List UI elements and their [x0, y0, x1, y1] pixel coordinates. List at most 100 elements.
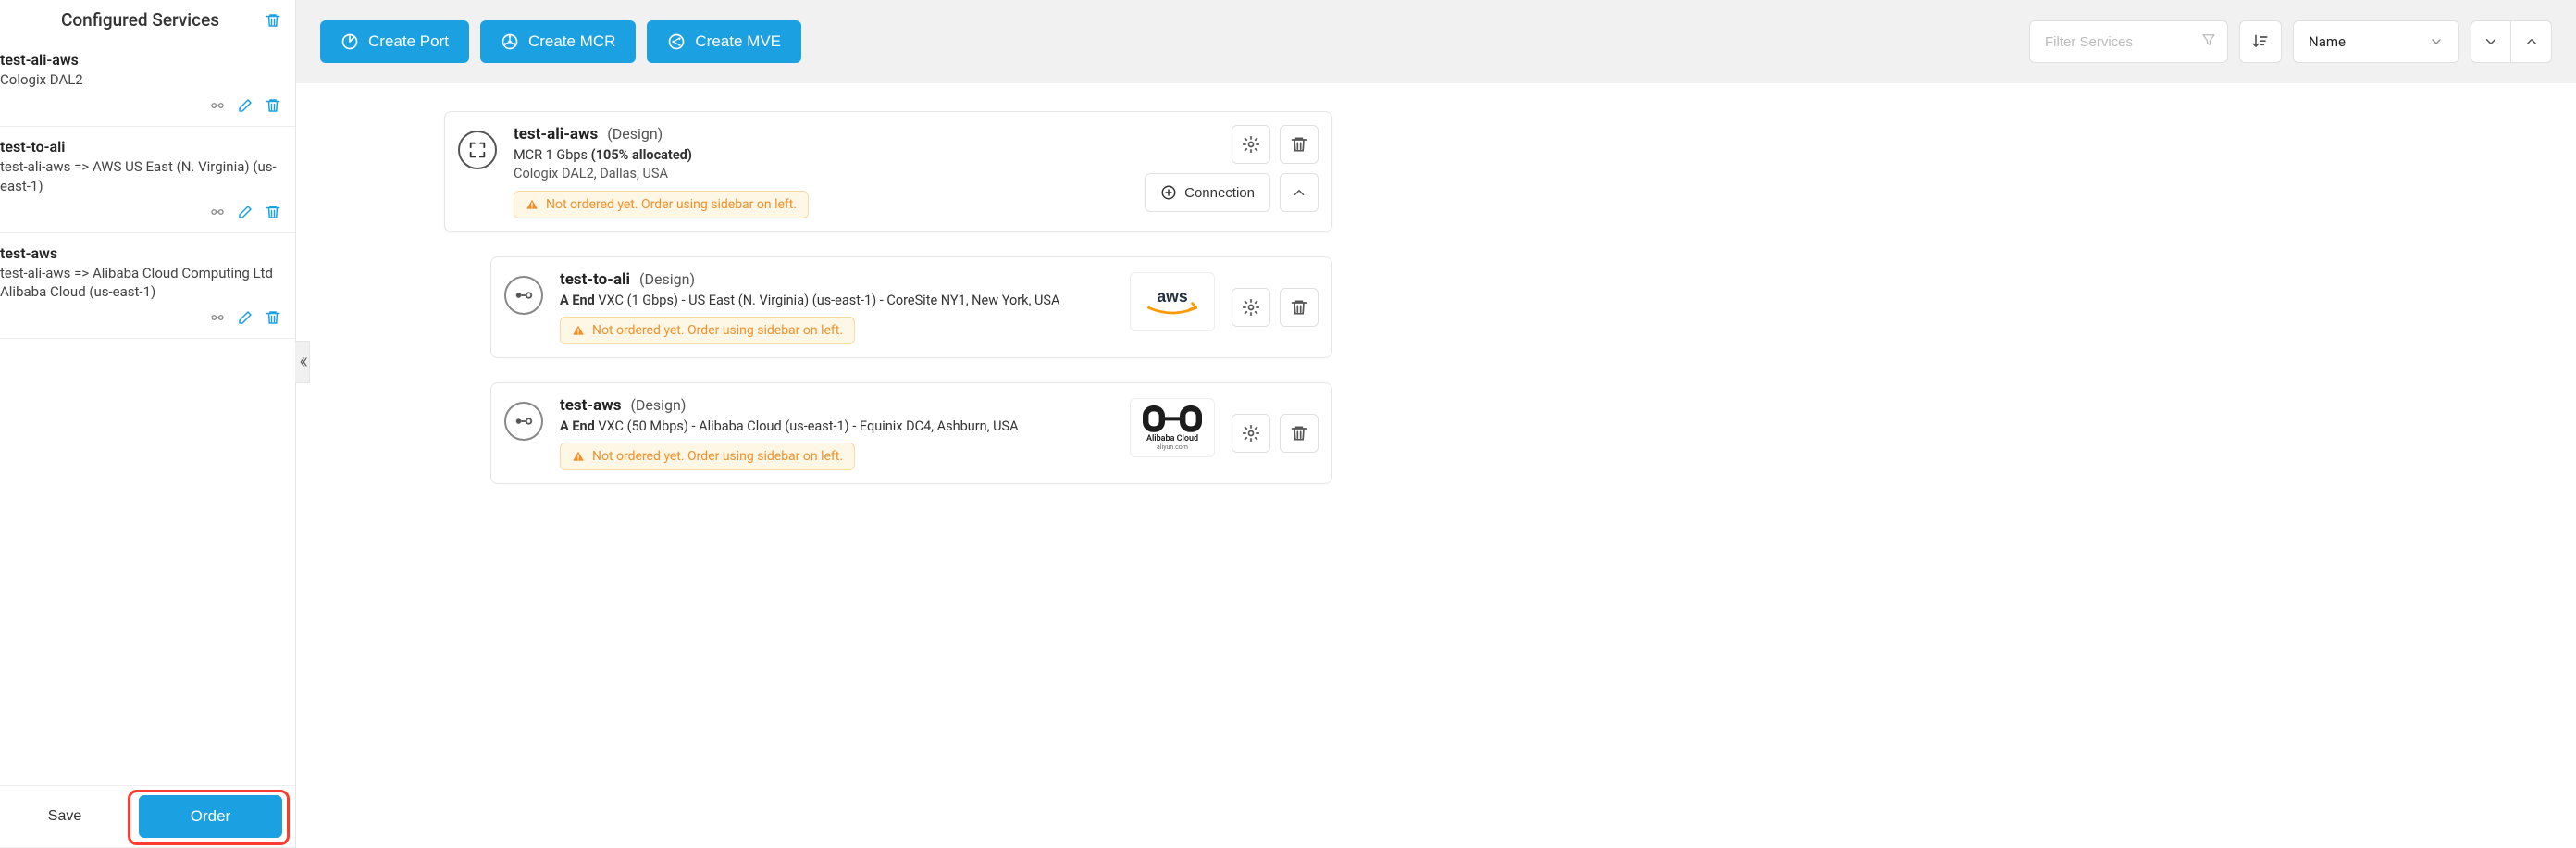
chevron-down-icon [2429, 34, 2444, 49]
trash-icon [265, 97, 281, 114]
order-button[interactable]: Order [139, 795, 282, 838]
alibaba-logo: Alibaba Cloud aliyun.com [1130, 398, 1215, 457]
alibaba-label: Alibaba Cloud [1146, 434, 1198, 443]
add-connection-button[interactable]: Connection [1145, 173, 1270, 212]
expand-all-button[interactable] [2471, 20, 2511, 63]
create-mcr-button[interactable]: Create MCR [480, 20, 636, 63]
content: test-ali-aws (Design) MCR 1 Gbps (105% a… [296, 83, 2576, 848]
mcr-icon [501, 32, 519, 51]
alibaba-sublabel: aliyun.com [1157, 443, 1188, 451]
sort-by-select[interactable]: Name [2293, 20, 2459, 63]
warning-text: Not ordered yet. Order using sidebar on … [592, 323, 843, 338]
sidebar-footer: Save Order [0, 785, 295, 848]
chevron-down-icon [2483, 33, 2499, 50]
warning-badge: Not ordered yet. Order using sidebar on … [560, 317, 855, 344]
card-status: (Design) [630, 396, 686, 414]
sidebar: Configured Services test-ali-aws Cologix… [0, 0, 296, 848]
edit-icon [237, 309, 254, 326]
collapse-all-button[interactable] [2511, 20, 2552, 63]
collapse-sidebar-button[interactable] [295, 341, 310, 383]
connection-card: test-aws (Design) A End VXC (50 Mbps) - … [490, 382, 1332, 484]
filter-wrap [2029, 20, 2228, 63]
service-name: test-aws [0, 244, 282, 262]
sidebar-item[interactable]: test-ali-aws Cologix DAL2 [0, 40, 295, 127]
card-location: Cologix DAL2, Dallas, USA [514, 166, 1128, 181]
warning-badge: Not ordered yet. Order using sidebar on … [560, 443, 855, 470]
create-mve-button[interactable]: Create MVE [647, 20, 801, 63]
warning-icon [572, 324, 585, 337]
service-card: test-ali-aws (Design) MCR 1 Gbps (105% a… [444, 111, 1332, 232]
create-port-label: Create Port [368, 32, 449, 51]
sidebar-title: Configured Services [0, 9, 280, 31]
connection-label: Connection [1184, 185, 1255, 201]
warning-icon [572, 450, 585, 463]
service-link-button[interactable] [208, 308, 227, 327]
card-status: (Design) [639, 270, 695, 288]
filter-input[interactable] [2029, 20, 2228, 63]
delete-all-button[interactable] [264, 11, 282, 30]
delete-card-button[interactable] [1280, 125, 1319, 164]
trash-icon [1290, 135, 1308, 154]
service-sub: test-ali-aws => Alibaba Cloud Computing … [0, 264, 282, 302]
service-delete-button[interactable] [264, 96, 282, 115]
trash-icon [1290, 424, 1308, 443]
service-link-button[interactable] [208, 203, 227, 221]
aws-logo: aws [1130, 272, 1215, 331]
link-icon [209, 309, 226, 326]
service-sub: Cologix DAL2 [0, 70, 282, 89]
warning-text: Not ordered yet. Order using sidebar on … [592, 449, 843, 464]
trash-icon [1290, 298, 1308, 317]
warning-icon [526, 198, 539, 211]
sort-direction-button[interactable] [2239, 20, 2282, 63]
plus-circle-icon [1160, 184, 1177, 201]
service-delete-button[interactable] [264, 203, 282, 221]
card-status: (Design) [607, 125, 663, 143]
gear-icon [1242, 135, 1260, 154]
gear-icon [1242, 424, 1260, 443]
chevron-up-icon [2523, 33, 2540, 50]
service-name: test-ali-aws [0, 51, 282, 69]
card-title: test-to-ali [560, 270, 630, 289]
sort-icon [2251, 32, 2270, 51]
toolbar: Create Port Create MCR Create MVE Name [296, 0, 2576, 83]
sidebar-item[interactable]: test-to-ali test-ali-aws => AWS US East … [0, 127, 295, 233]
mve-icon [667, 32, 686, 51]
save-button[interactable]: Save [0, 795, 130, 838]
sidebar-list: test-ali-aws Cologix DAL2 test-to-ali te… [0, 40, 295, 785]
connection-card: test-to-ali (Design) A End VXC (1 Gbps) … [490, 256, 1332, 358]
filter-icon [2200, 31, 2217, 52]
port-icon [341, 32, 359, 51]
delete-card-button[interactable] [1280, 288, 1319, 327]
collapse-card-button[interactable] [1280, 173, 1319, 212]
sidebar-item[interactable]: test-aws test-ali-aws => Alibaba Cloud C… [0, 233, 295, 340]
delete-card-button[interactable] [1280, 414, 1319, 453]
create-port-button[interactable]: Create Port [320, 20, 469, 63]
settings-button[interactable] [1232, 125, 1270, 164]
connection-icon [514, 285, 534, 306]
connection-node-icon [504, 276, 543, 315]
edit-icon [237, 204, 254, 220]
settings-button[interactable] [1232, 288, 1270, 327]
card-title: test-aws [560, 396, 621, 415]
svg-text:aws: aws [1157, 287, 1187, 306]
card-sub: MCR 1 Gbps (105% allocated) [514, 147, 1128, 163]
service-edit-button[interactable] [236, 308, 254, 327]
service-edit-button[interactable] [236, 203, 254, 221]
mcr-node-icon [458, 131, 497, 169]
trash-icon [265, 204, 281, 220]
service-delete-button[interactable] [264, 308, 282, 327]
card-sub: A End VXC (1 Gbps) - US East (N. Virgini… [560, 293, 1113, 308]
link-icon [209, 204, 226, 220]
sidebar-header: Configured Services [0, 0, 295, 40]
trash-icon [265, 12, 281, 29]
create-mcr-label: Create MCR [528, 32, 615, 51]
expand-icon [467, 140, 488, 160]
service-edit-button[interactable] [236, 96, 254, 115]
service-link-button[interactable] [208, 96, 227, 115]
edit-icon [237, 97, 254, 114]
card-sub: A End VXC (50 Mbps) - Alibaba Cloud (us-… [560, 418, 1113, 434]
chevron-up-icon [1291, 184, 1307, 201]
trash-icon [265, 309, 281, 326]
chevron-left-icon [296, 355, 309, 368]
settings-button[interactable] [1232, 414, 1270, 453]
